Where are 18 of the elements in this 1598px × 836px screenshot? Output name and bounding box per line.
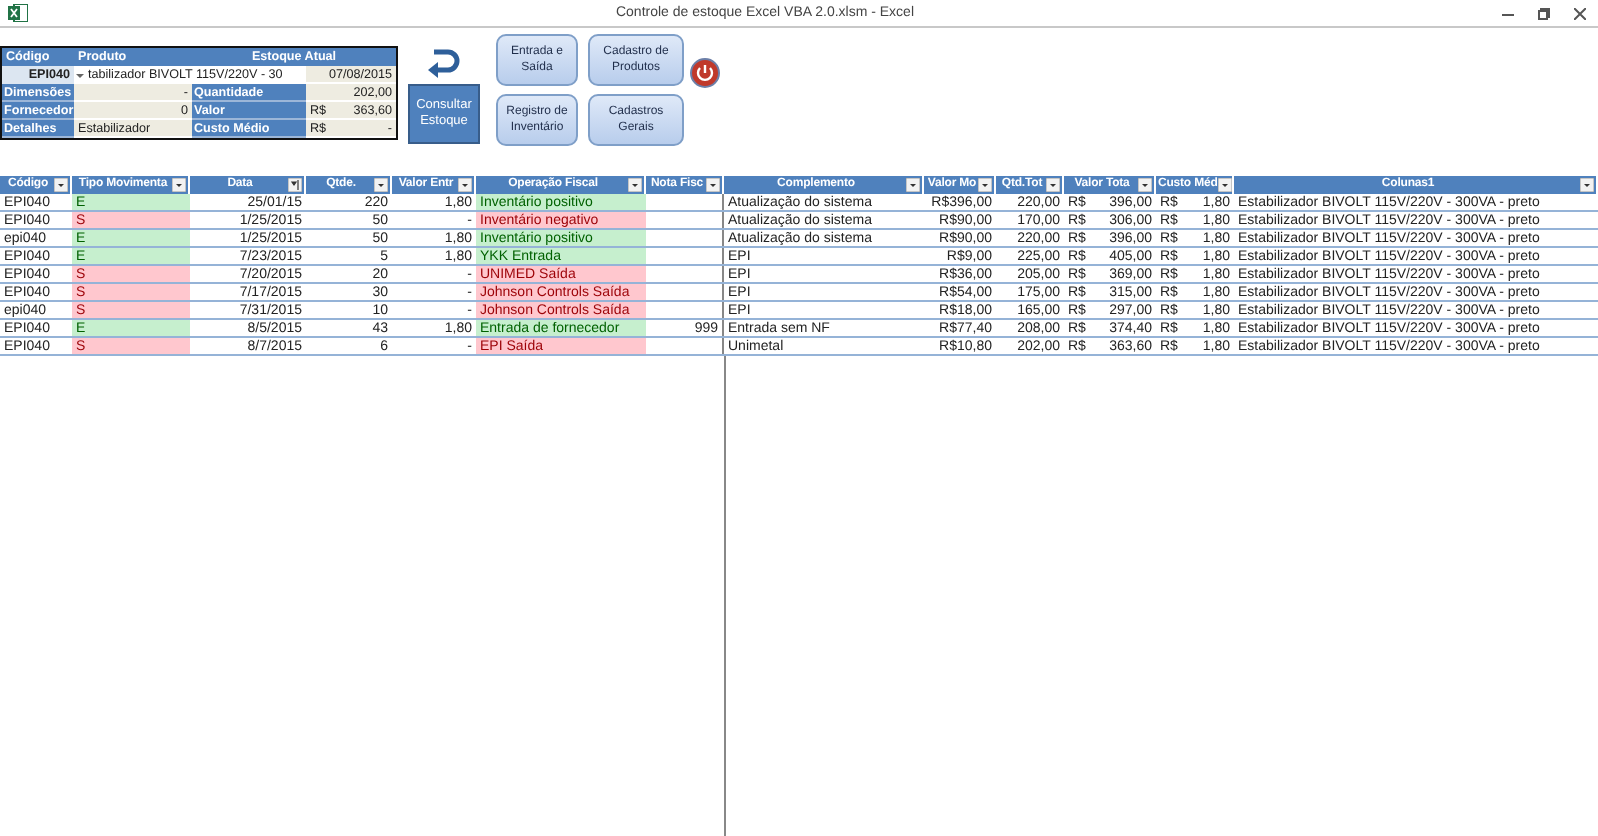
filter-dropdown-icon[interactable] (458, 178, 472, 192)
sort-filter-icon[interactable] (288, 178, 302, 192)
filter-dropdown-icon[interactable] (978, 178, 992, 192)
filter-dropdown-icon[interactable] (374, 178, 388, 192)
filter-dropdown-icon[interactable] (706, 178, 720, 192)
restore-icon[interactable] (1538, 7, 1550, 19)
filter-dropdown-icon[interactable] (1217, 178, 1232, 192)
curved-arrow-icon (426, 46, 462, 78)
filter-dropdown-icon[interactable] (906, 178, 920, 192)
filter-dropdown-icon[interactable] (54, 178, 68, 192)
excel-logo-icon (8, 4, 28, 22)
power-icon[interactable] (690, 58, 720, 88)
filter-dropdown-icon[interactable] (172, 178, 186, 192)
filter-dropdown-icon[interactable] (628, 178, 642, 192)
filter-dropdown-icon[interactable] (1138, 178, 1152, 192)
close-icon[interactable] (1574, 7, 1586, 19)
filter-dropdown-icon[interactable] (1580, 178, 1594, 192)
filter-dropdown-icon[interactable] (1046, 178, 1060, 192)
